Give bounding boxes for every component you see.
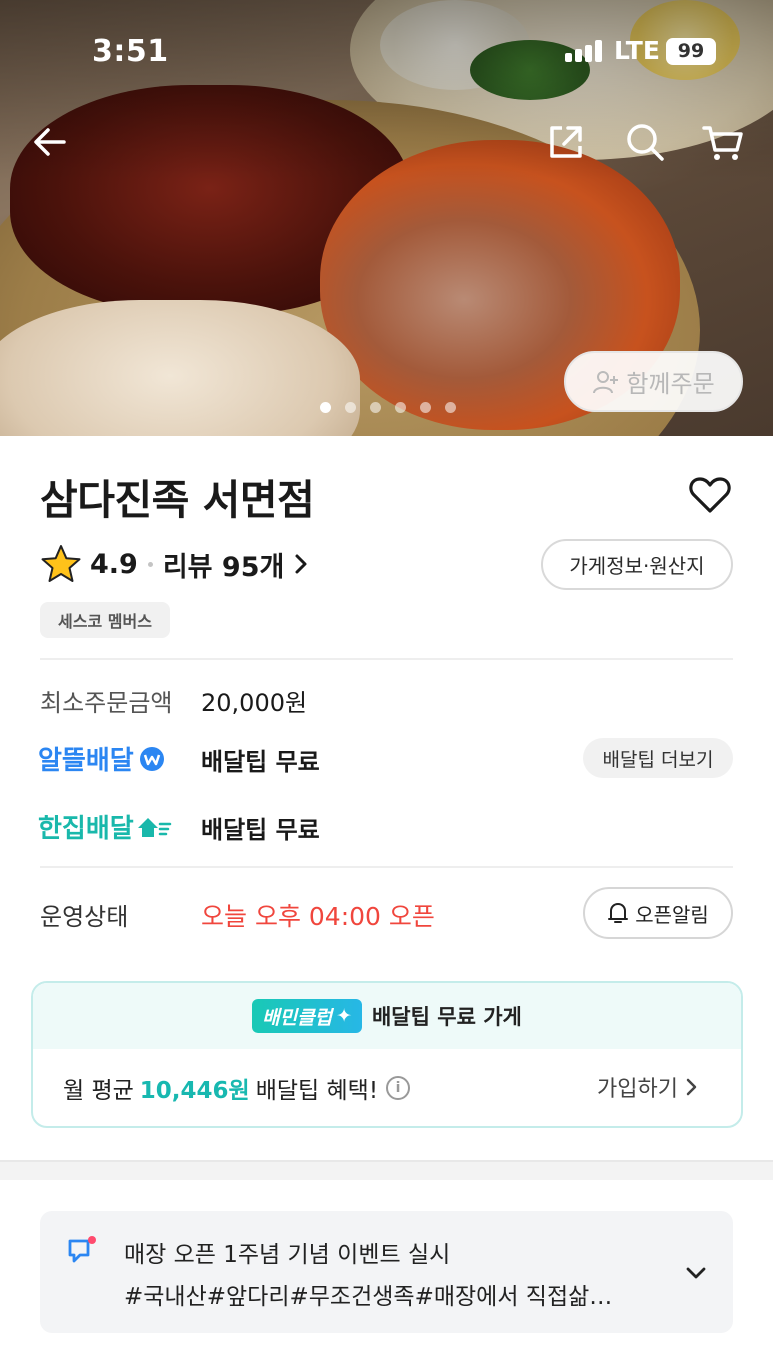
notice-title: 매장 오픈 1주념 기념 이벤트 실시: [124, 1242, 451, 1268]
club-text-prefix: 월 평균: [63, 1078, 134, 1104]
carousel-dot: [445, 402, 456, 413]
notice-body: #국내산#앞다리#무조건생족#매장에서 직접삶…: [124, 1284, 613, 1310]
saver-delivery-icon: [139, 746, 164, 771]
home-arrow-icon: [137, 817, 171, 837]
chevron-down-icon[interactable]: [682, 1259, 710, 1287]
group-order-label: 함께주문: [626, 370, 715, 398]
status-bar: 3:51 LTE 99: [0, 30, 773, 74]
carousel-dot: [420, 402, 431, 413]
club-join-label: 가입하기: [597, 1077, 678, 1102]
single-delivery-label: 한집배달: [38, 814, 134, 844]
group-order-button[interactable]: 함께주문: [564, 351, 743, 412]
saver-delivery-label: 알뜰배달: [38, 746, 134, 776]
network-type: LTE: [614, 36, 660, 65]
battery-icon: 99: [666, 38, 716, 65]
store-notice[interactable]: 매장 오픈 1주념 기념 이벤트 실시 #국내산#앞다리#무조건생족#매장에서 …: [40, 1211, 733, 1333]
operation-status-value: 오늘 오후 04:00 오픈: [201, 902, 435, 931]
rating-value: 4.9: [90, 548, 138, 580]
open-alarm-label: 오픈알림: [635, 902, 709, 927]
section-divider: [0, 1160, 773, 1180]
club-headline: 배달팁 무료 가게: [371, 1005, 522, 1029]
single-delivery-tip: 배달팁 무료: [201, 816, 320, 844]
back-arrow-icon[interactable]: [28, 120, 72, 164]
carousel-dot: [395, 402, 406, 413]
club-badge: 배민클럽 ✦: [252, 999, 362, 1033]
saver-delivery-brand: 알뜰배달: [38, 740, 166, 777]
status-time: 3:51: [92, 34, 169, 69]
favorite-heart-icon[interactable]: [688, 473, 732, 517]
review-count-link[interactable]: 리뷰 95개: [163, 545, 285, 584]
single-delivery-brand: 한집배달: [38, 808, 172, 845]
carousel-dot: [370, 402, 381, 413]
bell-icon: [608, 903, 629, 923]
chevron-right-icon: [686, 1078, 697, 1096]
info-icon[interactable]: i: [386, 1076, 411, 1100]
signal-icon: [565, 40, 605, 62]
min-order-label: 최소주문금액: [40, 689, 173, 717]
food-bossam: [0, 300, 360, 436]
club-header: 배민클럽 ✦ 배달팁 무료 가게: [33, 983, 741, 1049]
open-alarm-button[interactable]: 오픈알림: [583, 887, 733, 939]
carousel-dot: [320, 402, 331, 413]
delivery-tip-more-button[interactable]: 배달팁 더보기: [583, 738, 733, 778]
divider: [40, 658, 733, 660]
divider: [40, 866, 733, 868]
chevron-right-icon: [295, 554, 307, 574]
club-benefit-text: 월 평균 10,446원 배달팁 혜택! i: [63, 1071, 411, 1105]
search-icon[interactable]: [623, 120, 667, 164]
star-icon: [41, 545, 81, 582]
share-icon[interactable]: [544, 120, 588, 164]
rating-row[interactable]: 4.9 리뷰 95개: [40, 540, 312, 588]
store-hero-image[interactable]: 3:51 LTE 99 함께주문: [0, 0, 773, 436]
club-amount: 10,446원: [139, 1078, 250, 1104]
separator-dot: [147, 561, 153, 567]
baemin-club-card[interactable]: 배민클럽 ✦ 배달팁 무료 가게 월 평균 10,446원 배달팁 혜택! i …: [31, 981, 743, 1128]
sparkle-icon: ✦: [336, 1005, 352, 1027]
club-text-suffix: 배달팁 혜택!: [255, 1078, 379, 1104]
notice-chat-icon: [68, 1236, 96, 1263]
add-person-icon: [593, 370, 619, 393]
min-order-value: 20,000원: [201, 689, 308, 717]
saver-delivery-tip: 배달팁 무료: [201, 748, 320, 776]
carousel-dot: [345, 402, 356, 413]
operation-status-label: 운영상태: [40, 903, 129, 931]
club-join-link[interactable]: 가입하기: [597, 1071, 700, 1103]
club-badge-label: 배민클럽: [262, 1006, 333, 1029]
cart-icon[interactable]: [701, 120, 745, 164]
store-tag-badge: 세스코 멤버스: [40, 602, 170, 638]
store-info-button[interactable]: 가게정보·원산지: [541, 539, 733, 590]
store-name: 삼다진족 서면점: [40, 476, 315, 524]
